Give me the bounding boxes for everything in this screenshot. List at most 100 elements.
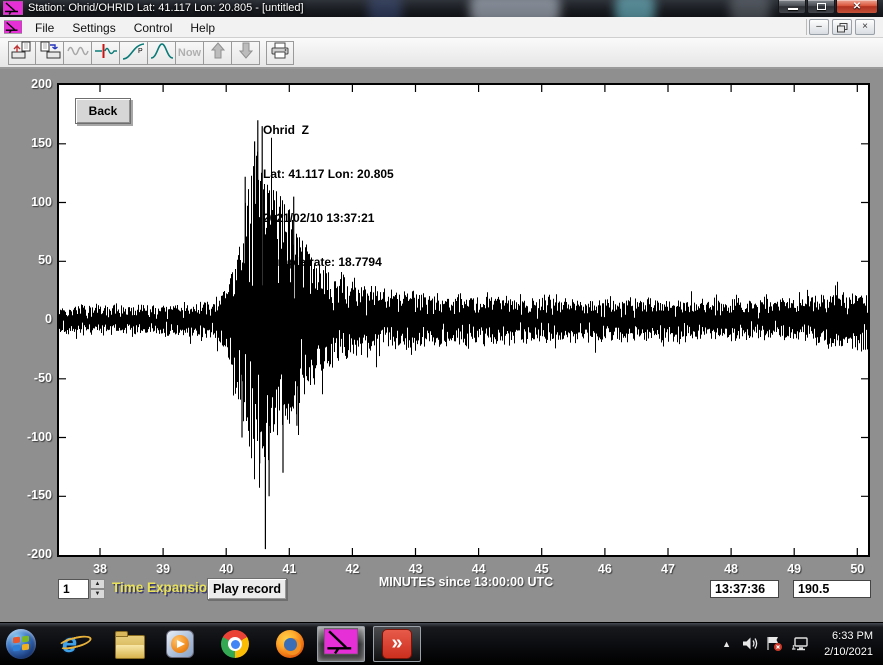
x-tick-label: 48 (714, 562, 748, 576)
trace-filter-line: No filtering (263, 298, 394, 313)
trace-station-line: Ohrid Z (263, 123, 394, 138)
chart-panel: Back Ohrid Z Lat: 41.117 Lon: 20.805 202… (0, 69, 883, 622)
window-titlebar: Station: Ohrid/OHRID Lat: 41.117 Lon: 20… (0, 0, 883, 17)
child-restore-button[interactable] (832, 19, 852, 35)
mdi-child-icon[interactable] (4, 20, 22, 39)
back-button[interactable]: Back (75, 98, 131, 124)
y-tick-label: -200 (6, 547, 52, 561)
trace-datetime-line: 2021/02/10 13:37:21 (263, 211, 394, 226)
spinner-down-button[interactable]: ▼ (90, 589, 105, 599)
print-button[interactable] (266, 41, 294, 65)
y-tick-label: -150 (6, 488, 52, 502)
now-button[interactable]: Now (176, 41, 204, 65)
clock-time: 6:33 PM (824, 628, 873, 644)
y-tick-label: 100 (6, 195, 52, 209)
travel-time-curve-button[interactable]: P (120, 41, 148, 65)
scroll-up-button[interactable] (204, 41, 232, 65)
filter-button[interactable] (148, 41, 176, 65)
chrome-icon (221, 630, 249, 658)
travel-time-curve-icon: P (122, 42, 146, 65)
waveform-icon (67, 43, 89, 64)
helicorder-view-button[interactable] (64, 41, 92, 65)
y-tick-label: -100 (6, 430, 52, 444)
y-tick-label: -50 (6, 371, 52, 385)
save-extract-button[interactable] (36, 41, 64, 65)
window-maximize-button[interactable] (807, 0, 835, 14)
x-tick-label: 39 (146, 562, 180, 576)
pick-arrival-button[interactable] (92, 41, 120, 65)
x-tick-label: 47 (651, 562, 685, 576)
taskbar-item-chrome[interactable] (221, 630, 249, 658)
x-tick-label: 38 (83, 562, 117, 576)
printer-icon (270, 42, 290, 64)
x-tick-label: 44 (462, 562, 496, 576)
play-record-button[interactable]: Play record (207, 578, 287, 600)
cursor-value-field[interactable]: 190.5 (793, 580, 871, 598)
open-file-button[interactable] (8, 41, 36, 65)
menu-bar: File Settings Control Help – × (0, 17, 883, 38)
start-button[interactable] (6, 629, 36, 659)
x-tick-label: 40 (209, 562, 243, 576)
taskbar-item-internet-explorer[interactable]: e (62, 629, 77, 657)
y-tick-label: 150 (6, 136, 52, 150)
child-minimize-button[interactable]: – (809, 19, 829, 35)
window-title: Station: Ohrid/OHRID Lat: 41.117 Lon: 20… (28, 2, 304, 14)
menu-file[interactable]: File (26, 21, 63, 35)
clock-date: 2/10/2021 (824, 644, 873, 660)
window-minimize-button[interactable] (778, 0, 806, 14)
time-expansion-value[interactable]: 1 (58, 579, 89, 599)
volume-icon[interactable] (742, 636, 759, 656)
seismograph-app-icon (324, 628, 358, 660)
trace-info-block: Ohrid Z Lat: 41.117 Lon: 20.805 2021/02/… (263, 94, 394, 342)
x-tick-label: 43 (399, 562, 433, 576)
x-tick-label: 50 (840, 562, 874, 576)
x-tick-label: 42 (335, 562, 369, 576)
cursor-time-field[interactable]: 13:37:36 (710, 580, 779, 598)
taskbar-item-red-app[interactable]: » (373, 626, 421, 662)
child-close-button[interactable]: × (855, 19, 875, 35)
glass-reflection (368, 0, 402, 17)
x-tick-label: 41 (272, 562, 306, 576)
glass-reflection (470, 0, 560, 17)
x-axis-title: MINUTES since 13:00:00 UTC (330, 575, 602, 589)
show-hidden-icons-button[interactable]: ▲ (722, 639, 731, 649)
action-center-flag-icon[interactable] (766, 636, 783, 657)
toolbar: P Now (0, 38, 883, 69)
divider (806, 19, 807, 35)
taskbar: e » ▲ (0, 622, 883, 665)
glass-reflection (730, 0, 770, 17)
taskbar-clock[interactable]: 6:33 PM 2/10/2021 (824, 628, 873, 660)
x-tick-label: 49 (777, 562, 811, 576)
save-extract-icon (39, 41, 61, 65)
internet-explorer-icon: e (62, 628, 77, 658)
x-tick-label: 45 (525, 562, 559, 576)
desktop-screen: Station: Ohrid/OHRID Lat: 41.117 Lon: 20… (0, 0, 883, 665)
y-tick-label: 0 (6, 312, 52, 326)
y-tick-label: 50 (6, 253, 52, 267)
bell-curve-icon (150, 42, 174, 65)
taskbar-item-firefox[interactable] (276, 630, 304, 658)
trace-latlon-line: Lat: 41.117 Lon: 20.805 (263, 167, 394, 182)
seismogram-plot[interactable]: Back Ohrid Z Lat: 41.117 Lon: 20.805 202… (57, 83, 870, 557)
firefox-icon (276, 630, 304, 658)
down-arrow-icon (239, 42, 253, 64)
open-file-icon (11, 41, 33, 65)
svg-text:P: P (138, 48, 143, 55)
media-player-icon (166, 630, 194, 658)
app-icon (3, 1, 23, 17)
taskbar-item-seismograph-app[interactable] (317, 626, 365, 662)
menu-control[interactable]: Control (125, 21, 182, 35)
window-close-button[interactable]: ✕ (836, 0, 878, 14)
red-chevrons-icon: » (382, 629, 412, 659)
y-tick-label: 200 (6, 77, 52, 91)
network-icon[interactable] (790, 636, 809, 657)
spinner-up-button[interactable]: ▲ (90, 579, 105, 589)
taskbar-item-file-explorer[interactable] (115, 632, 145, 659)
time-expansion-label: Time Expansion (112, 580, 215, 595)
menu-settings[interactable]: Settings (63, 21, 124, 35)
scroll-down-button[interactable] (232, 41, 260, 65)
x-tick-label: 46 (588, 562, 622, 576)
taskbar-item-media-player[interactable] (166, 630, 194, 658)
seismogram-canvas[interactable] (59, 85, 868, 555)
menu-help[interactable]: Help (181, 21, 224, 35)
